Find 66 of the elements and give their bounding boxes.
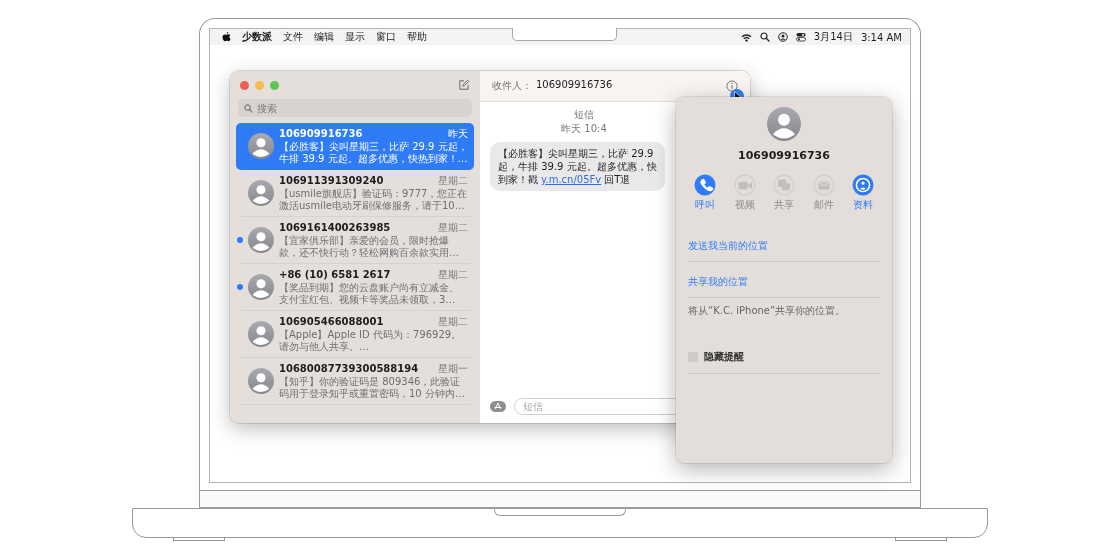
menu-item[interactable]: 显示 [345,30,365,44]
message-time: 星期二 [438,221,468,235]
message-timestamp: 昨天 10:4 [561,122,607,136]
app-menu[interactable]: 少数派 [242,30,272,44]
menu-item[interactable]: 编辑 [314,30,334,44]
message-preview: 【必胜客】尖叫星期三，比萨 29.9 元起，牛排 39.9 元起。超多优惠，快热到家！… [279,141,468,165]
contact-name: 10680087739300588194 [279,363,419,374]
avatar-icon [767,107,801,141]
contact-name: +86 (10) 6581 2617 [279,269,391,280]
search-field[interactable]: 搜索 [238,99,472,117]
message-preview: 【usmile旗舰店】验证码：9777，您正在激活usmile电动牙刷保修服务，请于10… [279,188,468,212]
avatar-icon [248,227,274,253]
message-time: 昨天 [448,127,468,141]
avatar-icon [248,180,274,206]
service-label: 短信 [574,108,594,122]
location-note: 将从“K.C. iPhone”共享你的位置。 [688,304,847,318]
message-text: 【必胜客】尖叫星期三，比萨 29.9 [498,147,655,160]
menu-bar-date: 3月14日 [813,30,853,44]
apps-icon[interactable] [490,401,506,412]
message-link[interactable]: y.m.cn/05Fv [541,173,602,186]
checkbox-label: 隐藏提醒 [704,350,744,364]
recipient-name: 106909916736 [536,79,613,92]
phone-icon [694,174,716,196]
menu-item[interactable]: 窗口 [376,30,396,44]
message-time: 星期一 [438,362,468,376]
avatar-icon [248,321,274,347]
message-text: 起，牛排 39.9 元起。超多优惠，快 [498,160,657,173]
conversation-item[interactable]: 106905466088001 星期二 【Apple】Apple ID 代码为：796929。请勿与他人共享。… [236,311,474,358]
message-time: 星期二 [438,174,468,188]
search-icon[interactable] [759,32,770,42]
message-preview: 【Apple】Apple ID 代码为：796929。请勿与他人共享。… [279,329,463,353]
message-time: 星期二 [438,315,468,329]
wifi-icon[interactable] [740,32,752,42]
avatar-icon [248,274,274,300]
message-text: 到家！戳 [498,173,538,186]
message-text: 回T退 [604,173,631,186]
conversation-item[interactable]: 106909916736 昨天 【必胜客】尖叫星期三，比萨 29.9 元起，牛排 39.9 元起。超多优惠，快热到家！… [236,123,474,170]
contact-name: 106909916736 [738,149,830,162]
info-icon[interactable] [726,80,738,92]
video-icon [733,174,756,196]
user-icon[interactable] [777,32,788,42]
menu-bar-clock: 3:14 AM [860,31,902,43]
share-icon [773,174,795,196]
mail-icon [812,174,835,196]
avatar-icon [248,368,274,394]
conversation-item[interactable]: 1069161400263985 星期二 【宜家俱乐部】亲爱的会员，限时抢爆款，还不快行动？轻松网购百余款实用… [236,217,474,264]
avatar-icon [248,133,274,159]
menu-item[interactable]: 帮助 [407,30,427,44]
contact-name: 106911391309240 [279,175,384,186]
contact-name: 106905466088001 [279,316,384,327]
message-time: 星期二 [438,268,468,282]
info-icon [852,174,874,196]
menu-item[interactable]: 文件 [283,30,303,44]
conversation-item[interactable]: +86 (10) 6581 2617 星期二 【奖品到期】您的云盘账户尚有立减金、支付宝红包、视频卡等奖品未领取，3… [236,264,474,311]
compose-icon[interactable] [458,79,470,91]
close-button[interactable] [240,80,249,90]
contact-name: 106909916736 [279,128,363,139]
conversation-item[interactable]: 106911391309240 星期二 【usmile旗舰店】验证码：9777，您正在激活usmile电动牙刷保修服务，请于10… [236,170,474,217]
recipient-label: 收件人： [492,79,532,93]
toggle-icon[interactable] [795,32,806,42]
message-preview: 【奖品到期】您的云盘账户尚有立减金、支付宝红包、视频卡等奖品未领取，3… [279,282,460,306]
conversation-item[interactable]: 10680087739300588194 星期一 【知乎】你的验证码是 809346，此验证码用于登录知乎或重置密码，10 分钟内… [236,358,474,405]
message-preview: 【宜家俱乐部】亲爱的会员，限时抢爆款，还不快行动？轻松网购百余款实用… [279,235,460,259]
contact-name: 1069161400263985 [279,222,391,233]
apple-icon[interactable] [222,32,231,42]
message-preview: 【知乎】你的验证码是 809346，此验证码用于登录知乎或重置密码，10 分钟内… [279,376,466,400]
